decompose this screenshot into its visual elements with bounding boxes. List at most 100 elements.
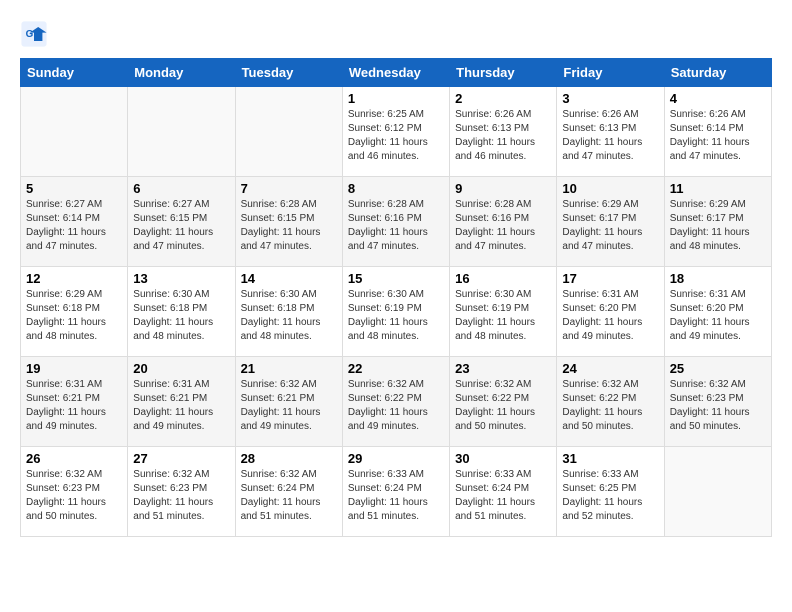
calendar-table: SundayMondayTuesdayWednesdayThursdayFrid… [20, 58, 772, 537]
day-cell: 15 Sunrise: 6:30 AM Sunset: 6:19 PM Dayli… [342, 267, 449, 357]
day-cell [235, 87, 342, 177]
day-info: Sunrise: 6:30 AM Sunset: 6:18 PM Dayligh… [241, 288, 337, 344]
day-number: 12 [26, 271, 122, 286]
day-info: Sunrise: 6:33 AM Sunset: 6:25 PM Dayligh… [562, 468, 658, 524]
day-cell: 28Sunrise: 6:32 AM Sunset: 6:24 PM Dayli… [235, 447, 342, 537]
day-info: Sunrise: 6:32 AM Sunset: 6:23 PM Dayligh… [133, 468, 229, 524]
day-info: Sunrise: 6:25 AM Sunset: 6:12 PM Dayligh… [348, 108, 444, 164]
day-cell: 24Sunrise: 6:32 AM Sunset: 6:22 PM Dayli… [557, 357, 664, 447]
day-info: Sunrise: 6:30 AM Sunset: 6:18 PM Dayligh… [133, 288, 229, 344]
day-cell: 5 Sunrise: 6:27 AM Sunset: 6:14 PM Daylig… [21, 177, 128, 267]
day-cell: 6Sunrise: 6:27 AM Sunset: 6:15 PM Daylig… [128, 177, 235, 267]
day-info: Sunrise: 6:27 AM Sunset: 6:14 PM Dayligh… [26, 198, 122, 254]
day-cell: 19 Sunrise: 6:31 AM Sunset: 6:21 PM Dayli… [21, 357, 128, 447]
day-info: Sunrise: 6:32 AM Sunset: 6:22 PM Dayligh… [455, 378, 551, 434]
day-info: Sunrise: 6:29 AM Sunset: 6:18 PM Dayligh… [26, 288, 122, 344]
calendar-header: SundayMondayTuesdayWednesdayThursdayFrid… [21, 59, 772, 87]
day-cell: 22 Sunrise: 6:32 AM Sunset: 6:22 PM Dayli… [342, 357, 449, 447]
day-cell: 7 Sunrise: 6:28 AM Sunset: 6:15 PM Daylig… [235, 177, 342, 267]
day-cell: 10 Sunrise: 6:29 AM Sunset: 6:17 PM Dayli… [557, 177, 664, 267]
day-cell: 3 Sunrise: 6:26 AM Sunset: 6:13 PM Daylig… [557, 87, 664, 177]
header-row: SundayMondayTuesdayWednesdayThursdayFrid… [21, 59, 772, 87]
week-row-4: 19 Sunrise: 6:31 AM Sunset: 6:21 PM Dayli… [21, 357, 772, 447]
day-info: Sunrise: 6:32 AM Sunset: 6:22 PM Dayligh… [348, 378, 444, 434]
day-cell: 16 Sunrise: 6:30 AM Sunset: 6:19 PM Dayli… [450, 267, 557, 357]
header-day-tuesday: Tuesday [235, 59, 342, 87]
logo: G [20, 20, 50, 48]
header-day-friday: Friday [557, 59, 664, 87]
day-number: 10 [562, 181, 658, 196]
day-number: 25 [670, 361, 766, 376]
day-number: 14 [241, 271, 337, 286]
day-number: 8 [348, 181, 444, 196]
day-number: 2 [455, 91, 551, 106]
logo-icon: G [20, 20, 48, 48]
header-day-thursday: Thursday [450, 59, 557, 87]
day-number: 16 [455, 271, 551, 286]
day-number: 20 [133, 361, 229, 376]
day-number: 13 [133, 271, 229, 286]
day-info: Sunrise: 6:32 AM Sunset: 6:23 PM Dayligh… [670, 378, 766, 434]
day-cell: 26 Sunrise: 6:32 AM Sunset: 6:23 PM Dayli… [21, 447, 128, 537]
day-number: 19 [26, 361, 122, 376]
day-cell: 21 Sunrise: 6:32 AM Sunset: 6:21 PM Dayli… [235, 357, 342, 447]
day-info: Sunrise: 6:26 AM Sunset: 6:13 PM Dayligh… [455, 108, 551, 164]
day-number: 7 [241, 181, 337, 196]
day-number: 4 [670, 91, 766, 106]
day-cell: 29 Sunrise: 6:33 AM Sunset: 6:24 PM Dayli… [342, 447, 449, 537]
day-number: 1 [348, 91, 444, 106]
day-number: 11 [670, 181, 766, 196]
page-header: G [20, 20, 772, 48]
day-number: 26 [26, 451, 122, 466]
day-cell: 27Sunrise: 6:32 AM Sunset: 6:23 PM Dayli… [128, 447, 235, 537]
day-number: 29 [348, 451, 444, 466]
day-number: 23 [455, 361, 551, 376]
day-cell: 14 Sunrise: 6:30 AM Sunset: 6:18 PM Dayli… [235, 267, 342, 357]
day-cell: 11 Sunrise: 6:29 AM Sunset: 6:17 PM Dayli… [664, 177, 771, 267]
day-info: Sunrise: 6:31 AM Sunset: 6:20 PM Dayligh… [670, 288, 766, 344]
day-info: Sunrise: 6:28 AM Sunset: 6:16 PM Dayligh… [455, 198, 551, 254]
day-cell: 31Sunrise: 6:33 AM Sunset: 6:25 PM Dayli… [557, 447, 664, 537]
day-cell: 8 Sunrise: 6:28 AM Sunset: 6:16 PM Daylig… [342, 177, 449, 267]
day-info: Sunrise: 6:26 AM Sunset: 6:14 PM Dayligh… [670, 108, 766, 164]
day-number: 22 [348, 361, 444, 376]
day-info: Sunrise: 6:32 AM Sunset: 6:22 PM Dayligh… [562, 378, 658, 434]
day-cell: 1 Sunrise: 6:25 AM Sunset: 6:12 PM Daylig… [342, 87, 449, 177]
day-number: 5 [26, 181, 122, 196]
day-number: 18 [670, 271, 766, 286]
day-number: 21 [241, 361, 337, 376]
day-info: Sunrise: 6:28 AM Sunset: 6:15 PM Dayligh… [241, 198, 337, 254]
week-row-5: 26 Sunrise: 6:32 AM Sunset: 6:23 PM Dayli… [21, 447, 772, 537]
header-day-sunday: Sunday [21, 59, 128, 87]
day-info: Sunrise: 6:32 AM Sunset: 6:23 PM Dayligh… [26, 468, 122, 524]
day-info: Sunrise: 6:30 AM Sunset: 6:19 PM Dayligh… [455, 288, 551, 344]
day-info: Sunrise: 6:33 AM Sunset: 6:24 PM Dayligh… [455, 468, 551, 524]
day-number: 30 [455, 451, 551, 466]
day-cell: 23 Sunrise: 6:32 AM Sunset: 6:22 PM Dayli… [450, 357, 557, 447]
day-number: 9 [455, 181, 551, 196]
calendar-body: 1 Sunrise: 6:25 AM Sunset: 6:12 PM Daylig… [21, 87, 772, 537]
day-number: 3 [562, 91, 658, 106]
day-info: Sunrise: 6:33 AM Sunset: 6:24 PM Dayligh… [348, 468, 444, 524]
day-info: Sunrise: 6:32 AM Sunset: 6:21 PM Dayligh… [241, 378, 337, 434]
day-info: Sunrise: 6:31 AM Sunset: 6:21 PM Dayligh… [133, 378, 229, 434]
day-info: Sunrise: 6:31 AM Sunset: 6:21 PM Dayligh… [26, 378, 122, 434]
day-info: Sunrise: 6:31 AM Sunset: 6:20 PM Dayligh… [562, 288, 658, 344]
day-number: 15 [348, 271, 444, 286]
day-cell: 18 Sunrise: 6:31 AM Sunset: 6:20 PM Dayli… [664, 267, 771, 357]
day-info: Sunrise: 6:30 AM Sunset: 6:19 PM Dayligh… [348, 288, 444, 344]
day-cell: 12 Sunrise: 6:29 AM Sunset: 6:18 PM Dayli… [21, 267, 128, 357]
day-cell: 20 Sunrise: 6:31 AM Sunset: 6:21 PM Dayli… [128, 357, 235, 447]
day-info: Sunrise: 6:26 AM Sunset: 6:13 PM Dayligh… [562, 108, 658, 164]
day-cell: 13 Sunrise: 6:30 AM Sunset: 6:18 PM Dayli… [128, 267, 235, 357]
day-info: Sunrise: 6:29 AM Sunset: 6:17 PM Dayligh… [562, 198, 658, 254]
day-number: 17 [562, 271, 658, 286]
day-info: Sunrise: 6:28 AM Sunset: 6:16 PM Dayligh… [348, 198, 444, 254]
day-cell [128, 87, 235, 177]
day-cell [21, 87, 128, 177]
day-cell [664, 447, 771, 537]
header-day-saturday: Saturday [664, 59, 771, 87]
day-info: Sunrise: 6:29 AM Sunset: 6:17 PM Dayligh… [670, 198, 766, 254]
svg-text:G: G [26, 29, 34, 40]
day-cell: 2 Sunrise: 6:26 AM Sunset: 6:13 PM Daylig… [450, 87, 557, 177]
